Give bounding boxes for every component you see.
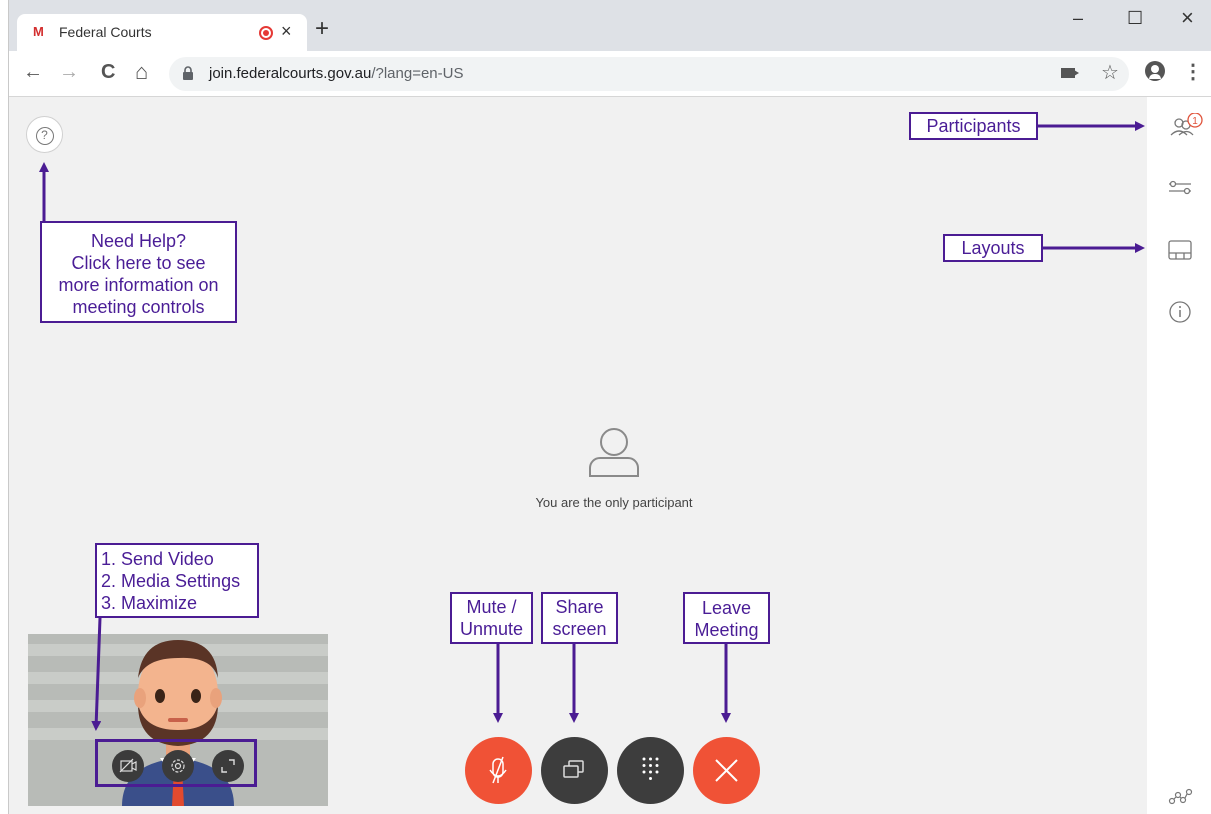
participants-count-badge: 1 [1192, 116, 1198, 127]
meeting-area: ? You are the only participant 1 [9, 97, 1211, 814]
mute-button[interactable] [465, 737, 532, 804]
info-icon[interactable] [1167, 299, 1193, 325]
recording-indicator-icon [259, 26, 273, 40]
tab-title: Federal Courts [59, 24, 152, 40]
annotation-line: Click here to see [71, 253, 206, 273]
annotation-line: Leave [701, 598, 752, 618]
browser-toolbar: ← → C ⌂ join.federalcourts.gov.au/?lang=… [9, 51, 1211, 97]
new-tab-button[interactable]: + [315, 17, 329, 41]
settings-sliders-icon[interactable] [1167, 175, 1193, 201]
close-icon [715, 759, 738, 782]
close-tab-icon[interactable]: × [281, 21, 292, 42]
menu-icon[interactable]: ⋮ [1183, 59, 1203, 84]
back-button[interactable]: ← [23, 61, 43, 83]
stats-icon[interactable] [1167, 783, 1193, 809]
user-placeholder-icon [589, 428, 639, 477]
annotation-line: Meeting [694, 620, 759, 640]
help-icon: ? [35, 127, 54, 145]
camera-icon[interactable] [1061, 68, 1079, 78]
participants-icon[interactable]: 1 [1165, 113, 1205, 139]
annotation-line: 3. Maximize [101, 593, 198, 613]
star-icon[interactable]: ☆ [1101, 60, 1119, 85]
annotation-line: more information on [58, 275, 219, 295]
annotation-line: Need Help? [90, 231, 187, 251]
annotation-line: screen [552, 619, 607, 639]
close-window-button[interactable]: × [1181, 5, 1194, 31]
url-text: join.federalcourts.gov.au/?lang=en-US [209, 65, 463, 82]
reload-button[interactable]: C [101, 61, 115, 83]
home-button[interactable]: ⌂ [135, 61, 148, 83]
annotation-line: meeting controls [72, 297, 205, 317]
minimize-button[interactable]: – [1073, 8, 1083, 29]
profile-icon[interactable] [1145, 61, 1165, 81]
annotation-line: Mute / [466, 597, 517, 617]
lock-icon [183, 66, 193, 80]
browser-tab[interactable]: M Federal Courts × [17, 14, 307, 51]
share-annotation: Share screen [541, 592, 618, 644]
url-path: /?lang=en-US [371, 65, 464, 82]
participants-annotation: Participants [909, 112, 1038, 140]
share-screen-icon [563, 760, 584, 778]
forward-button[interactable]: → [59, 61, 79, 83]
dialpad-icon [642, 757, 659, 780]
annotation-line: 1. Send Video [101, 549, 214, 569]
favicon-icon: M [33, 24, 44, 39]
tab-strip: M Federal Courts × + – ☐ × [9, 0, 1211, 51]
dialpad-button[interactable] [617, 737, 684, 804]
annotation-line: 2. Media Settings [101, 571, 241, 591]
video-controls-highlight [95, 739, 257, 787]
annotation-line: Unmute [459, 619, 524, 639]
mute-annotation: Mute / Unmute [450, 592, 533, 644]
address-bar[interactable]: join.federalcourts.gov.au/?lang=en-US ☆ [169, 57, 1129, 91]
share-screen-button[interactable] [541, 737, 608, 804]
url-host: join.federalcourts.gov.au [209, 65, 372, 82]
layouts-icon[interactable] [1167, 237, 1193, 263]
only-participant-message: You are the only participant [535, 495, 693, 510]
maximize-button[interactable]: ☐ [1127, 8, 1143, 29]
video-controls-annotation: 1. Send Video 2. Media Settings 3. Maxim… [95, 543, 259, 618]
meeting-sidebar: 1 [1147, 97, 1211, 814]
layouts-annotation: Layouts [943, 234, 1043, 262]
help-annotation: Need Help? Click here to see more inform… [40, 221, 237, 323]
help-button[interactable]: ? [26, 116, 63, 153]
browser-window: M Federal Courts × + – ☐ × ← → C ⌂ join.… [8, 0, 1211, 814]
annotation-line: Share [555, 597, 604, 617]
leave-annotation: Leave Meeting [683, 592, 770, 644]
leave-meeting-button[interactable] [693, 737, 760, 804]
microphone-muted-icon [489, 756, 507, 784]
